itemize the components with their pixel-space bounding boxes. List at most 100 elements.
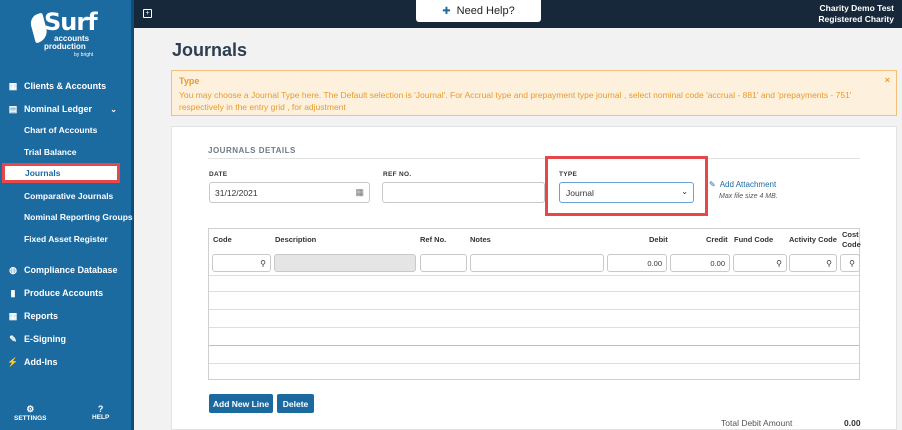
sidebar-subitem-trial-balance[interactable]: Trial Balance (24, 143, 76, 161)
col-header-fund-code: Fund Code (734, 235, 774, 244)
type-info-alert: Type You may choose a Journal Type here.… (171, 70, 897, 116)
sidebar-subitem-label: Trial Balance (24, 147, 77, 157)
help-label: HELP (92, 414, 110, 421)
date-value: 31/12/2021 (215, 187, 258, 198)
paperclip-icon: ✎ (709, 180, 716, 189)
sidebar-item-compliance-database[interactable]: ◍ Compliance Database (0, 260, 131, 280)
col-header-cost: Cost (842, 230, 859, 239)
settings-label: SETTINGS (14, 415, 47, 422)
gear-icon: ⚙ (26, 404, 35, 414)
col-header-code: Code (213, 235, 232, 244)
search-icon: ⚲ (776, 258, 782, 268)
debit-filter-input[interactable]: 0.00 (607, 254, 667, 272)
sidebar-subitem-label: Fixed Asset Register (24, 234, 108, 244)
activity-code-filter-input[interactable]: ⚲ (789, 254, 837, 272)
alert-title: Type (179, 76, 200, 86)
table-icon: ▦ (8, 310, 18, 321)
code-filter-input[interactable]: ⚲ (212, 254, 271, 272)
section-divider (208, 158, 860, 159)
delete-button[interactable]: Delete (277, 394, 314, 413)
ledger-icon: ▤ (8, 103, 18, 114)
fund-code-filter-input[interactable]: ⚲ (733, 254, 787, 272)
sidebar-item-clients-accounts[interactable]: ▦ Clients & Accounts (0, 76, 131, 96)
sidebar-item-label: Clients & Accounts (24, 81, 107, 91)
credit-filter-value: 0.00 (710, 258, 725, 268)
grid-row-divider (209, 327, 859, 328)
sidebar-subitem-journals[interactable]: Journals (2, 163, 120, 183)
sidebar-item-label: Compliance Database (24, 265, 118, 275)
sidebar-item-label: Reports (24, 311, 59, 321)
document-icon: ▮ (10, 287, 16, 298)
alert-close-icon[interactable]: × (885, 75, 890, 85)
search-icon: ⚲ (826, 258, 832, 268)
search-icon: ⚲ (260, 258, 266, 268)
max-file-size-note: Max file size 4 MB. (719, 193, 778, 200)
grid-row-divider (209, 363, 859, 364)
add-new-line-button[interactable]: Add New Line (209, 394, 273, 413)
need-help-button[interactable]: ✚ Need Help? (416, 0, 541, 22)
question-icon: ? (97, 404, 104, 414)
sidebar-item-label: Nominal Ledger (24, 104, 93, 114)
ref-no-label: REF NO. (383, 171, 412, 178)
debit-filter-value: 0.00 (647, 258, 662, 268)
settings-button[interactable]: ⚙ SETTINGS (14, 404, 47, 422)
topbar: + ✚ Need Help? Charity Demo Test Registe… (134, 0, 902, 28)
org-line1: Charity Demo Test (819, 3, 894, 13)
sidebar-item-add-ins[interactable]: ⚡ Add-Ins (0, 352, 131, 372)
sidebar-item-produce-accounts[interactable]: ▮ Produce Accounts (0, 283, 131, 303)
collapse-sidebar-icon[interactable]: + (143, 9, 152, 18)
sidebar-item-reports[interactable]: ▦ Reports (0, 306, 131, 326)
sidebar-subitem-label: Journals (25, 168, 61, 178)
total-debit-label: Total Debit Amount (721, 418, 793, 428)
sidebar-item-nominal-ledger[interactable]: ▤ Nominal Ledger ⌄ (0, 99, 131, 119)
sidebar-subitem-fixed-asset-register[interactable]: Fixed Asset Register (24, 230, 108, 248)
date-field[interactable]: 31/12/2021 ▦ (209, 182, 370, 203)
total-debit-value: 0.00 (844, 418, 861, 428)
notes-filter-input[interactable] (470, 254, 604, 272)
sidebar: Surf accounts production by bright ▦ Cli… (0, 0, 134, 430)
sidebar-subitem-nominal-reporting-groups[interactable]: Nominal Reporting Groups (24, 208, 133, 226)
help-circle-icon: ✚ (442, 5, 451, 17)
grid-row-divider (209, 345, 859, 346)
sidebar-subitem-label: Nominal Reporting Groups (24, 212, 133, 222)
sidebar-item-label: E-Signing (24, 334, 66, 344)
col-header-ref-no: Ref No. (420, 235, 447, 244)
ref-no-filter-input[interactable] (420, 254, 467, 272)
plug-icon: ⚡ (7, 356, 19, 367)
grid-icon: ▦ (8, 80, 18, 91)
chevron-down-icon: ⌄ (110, 104, 117, 114)
col-header-credit: Credit (706, 235, 728, 244)
pen-icon: ✎ (9, 333, 17, 344)
brand-logo[interactable]: Surf accounts production by bright (28, 8, 102, 62)
col-header-description: Description (275, 235, 317, 244)
add-attachment-label: Add Attachment (719, 180, 777, 189)
col-header-activity-code: Activity Code (789, 235, 837, 244)
type-highlight-box (545, 156, 708, 216)
col-header-cost-code: Code (842, 240, 861, 249)
calendar-icon[interactable]: ▦ (355, 187, 364, 198)
sidebar-subitem-chart-of-accounts[interactable]: Chart of Accounts (24, 121, 97, 139)
help-button[interactable]: ? HELP (92, 404, 109, 421)
org-line2: Registered Charity (818, 14, 894, 24)
sidebar-subitem-label: Chart of Accounts (24, 125, 98, 135)
sidebar-subitem-comparative-journals[interactable]: Comparative Journals (24, 187, 113, 205)
sidebar-item-label: Add-Ins (24, 357, 58, 367)
journal-entry-grid: Code Description Ref No. Notes Debit Cre… (208, 228, 861, 380)
add-attachment-link[interactable]: ✎ Add Attachment (709, 180, 776, 189)
brand-name: Surf (44, 8, 98, 36)
date-label: DATE (209, 171, 228, 178)
need-help-label: Need Help? (456, 5, 515, 17)
alert-message: You may choose a Journal Type here. The … (179, 90, 852, 112)
search-icon: ⚲ (849, 258, 855, 268)
sidebar-item-label: Produce Accounts (24, 288, 104, 298)
brand-by: by bright (74, 52, 94, 58)
credit-filter-input[interactable]: 0.00 (670, 254, 730, 272)
sidebar-subitem-label: Comparative Journals (24, 191, 114, 201)
sidebar-item-e-signing[interactable]: ✎ E-Signing (0, 329, 131, 349)
grid-row-divider (209, 275, 859, 276)
section-title: JOURNALS DETAILS (208, 146, 296, 155)
page-title: Journals (172, 40, 248, 60)
ref-no-field[interactable] (382, 182, 545, 203)
cost-code-filter-input[interactable]: ⚲ (840, 254, 860, 272)
organisation-name[interactable]: Charity Demo Test Registered Charity (818, 3, 894, 25)
